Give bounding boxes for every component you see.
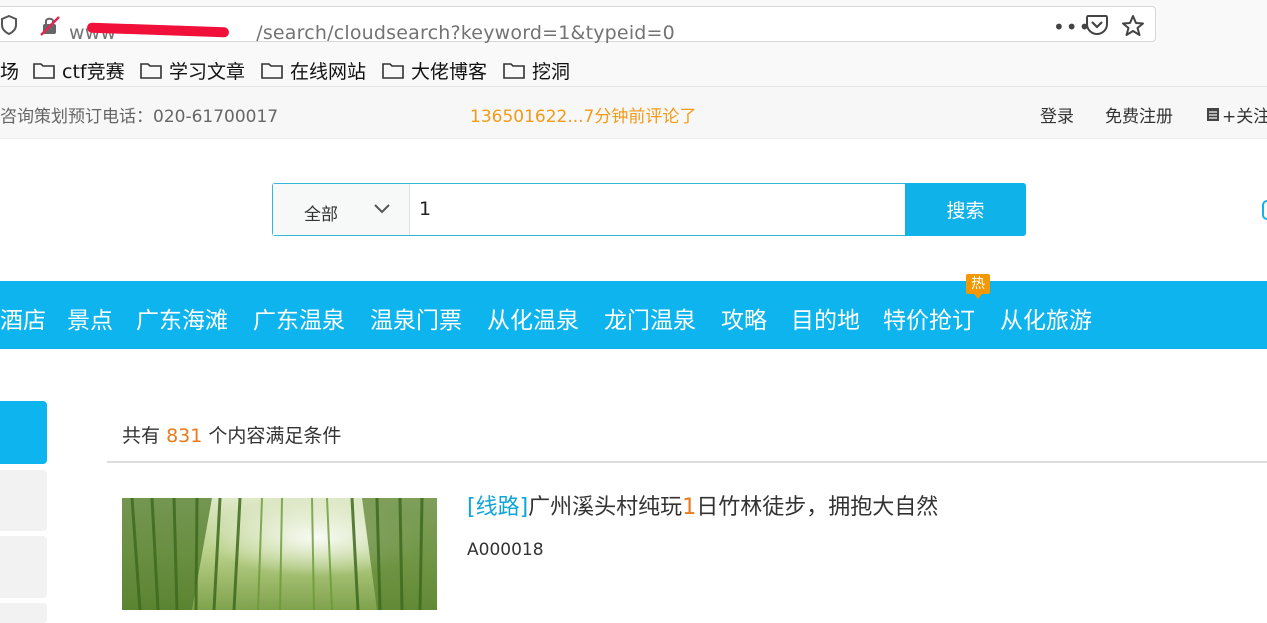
main-nav: 酒店 景点 广东海滩 广东温泉 温泉门票 从化温泉 龙门温泉 攻略 目的地 特价…	[0, 281, 1267, 349]
search-button[interactable]: 搜索	[905, 183, 1026, 236]
side-tab[interactable]	[0, 536, 47, 598]
nav-item-scenic[interactable]: 景点	[67, 301, 113, 335]
follow-link[interactable]: +关注	[1206, 102, 1267, 127]
side-tab-active[interactable]	[0, 401, 47, 464]
hot-badge: 热	[966, 274, 990, 299]
count-prefix: 共有	[122, 425, 161, 447]
nav-item-destinations[interactable]: 目的地	[791, 301, 860, 335]
count-number: 831	[166, 425, 203, 447]
nav-item-conghua-travel[interactable]: 从化旅游	[1000, 301, 1092, 335]
bamboo-forest-image	[122, 498, 437, 610]
bookmark-label: 在线网站	[290, 61, 367, 83]
comment-notice[interactable]: 136501622...7分钟前评论了	[470, 102, 696, 127]
bookmark-folder-articles[interactable]: 学习文章	[140, 57, 245, 84]
pocket-icon[interactable]	[1085, 14, 1109, 36]
nav-item-hotspring[interactable]: 广东温泉	[253, 301, 345, 335]
shield-icon[interactable]	[1, 15, 17, 35]
nav-item-deals[interactable]: 特价抢订	[883, 301, 975, 335]
bookmark-star-icon[interactable]	[1121, 14, 1145, 38]
insecure-lock-icon[interactable]	[39, 15, 61, 37]
result-code: A000018	[467, 540, 544, 560]
side-tab[interactable]	[0, 603, 47, 623]
folder-icon	[33, 63, 55, 79]
result-thumbnail[interactable]	[122, 498, 437, 610]
result-title[interactable]: [线路]广州溪头村纯玩1日竹林徒步，拥抱大自然	[467, 489, 938, 521]
count-suffix: 个内容满足条件	[208, 425, 342, 447]
bookmark-label: 场	[0, 61, 20, 83]
nav-item-beach[interactable]: 广东海滩	[136, 301, 228, 335]
folder-icon	[261, 63, 283, 79]
search-input[interactable]	[419, 194, 899, 224]
nav-item-longmen-spring[interactable]: 龙门温泉	[604, 301, 696, 335]
contact-phone: 咨询策划预订电话：020-61700017	[0, 107, 279, 127]
bookmark-label: ctf竞赛	[62, 61, 125, 83]
document-icon	[1207, 108, 1219, 121]
address-bar[interactable]: www/search/cloudsearch?keyword=1&typeid=…	[0, 6, 1156, 44]
result-title-text: 日竹林徒步，拥抱大自然	[696, 495, 939, 520]
folder-icon	[382, 63, 404, 79]
nav-item-guides[interactable]: 攻略	[721, 301, 767, 335]
search-type-label: 全部	[304, 205, 338, 225]
result-tag[interactable]: [线路]	[467, 495, 528, 520]
browser-toolbar: www/search/cloudsearch?keyword=1&typeid=…	[0, 0, 1267, 48]
result-count: 共有 831 个内容满足条件	[122, 421, 341, 448]
nav-item-conghua-spring[interactable]: 从化温泉	[487, 301, 579, 335]
nav-item-tickets[interactable]: 温泉门票	[370, 301, 462, 335]
chevron-down-icon	[374, 204, 390, 214]
side-widget-edge	[1262, 200, 1267, 220]
site-topbar: 咨询策划预订电话：020-61700017 136501622...7分钟前评论…	[0, 87, 1267, 139]
nav-item-hotel[interactable]: 酒店	[0, 301, 46, 335]
bookmark-item[interactable]: 场	[0, 57, 19, 84]
result-title-highlight: 1	[682, 495, 697, 520]
register-link[interactable]: 免费注册	[1105, 102, 1173, 127]
bookmark-label: 挖洞	[532, 61, 571, 83]
login-link[interactable]: 登录	[1040, 102, 1074, 127]
folder-icon	[503, 63, 525, 79]
folder-icon	[140, 63, 162, 79]
search-type-select[interactable]: 全部	[273, 184, 410, 235]
bookmark-folder-sites[interactable]: 在线网站	[261, 57, 366, 84]
bookmarks-bar: 场 ctf竞赛 学习文章 在线网站 大佬博客 挖洞	[0, 48, 1267, 87]
follow-label: +关注	[1222, 107, 1267, 127]
bookmark-folder-ctf[interactable]: ctf竞赛	[33, 57, 125, 84]
bookmark-folder-bugs[interactable]: 挖洞	[503, 57, 570, 84]
bookmark-label: 大佬博客	[411, 61, 488, 83]
search-box: 全部 搜索	[272, 183, 1026, 236]
divider	[107, 461, 1267, 463]
bookmark-folder-blogs[interactable]: 大佬博客	[382, 57, 487, 84]
result-title-text: 广州溪头村纯玩	[528, 495, 683, 520]
bookmark-label: 学习文章	[169, 61, 246, 83]
side-tab[interactable]	[0, 470, 47, 531]
